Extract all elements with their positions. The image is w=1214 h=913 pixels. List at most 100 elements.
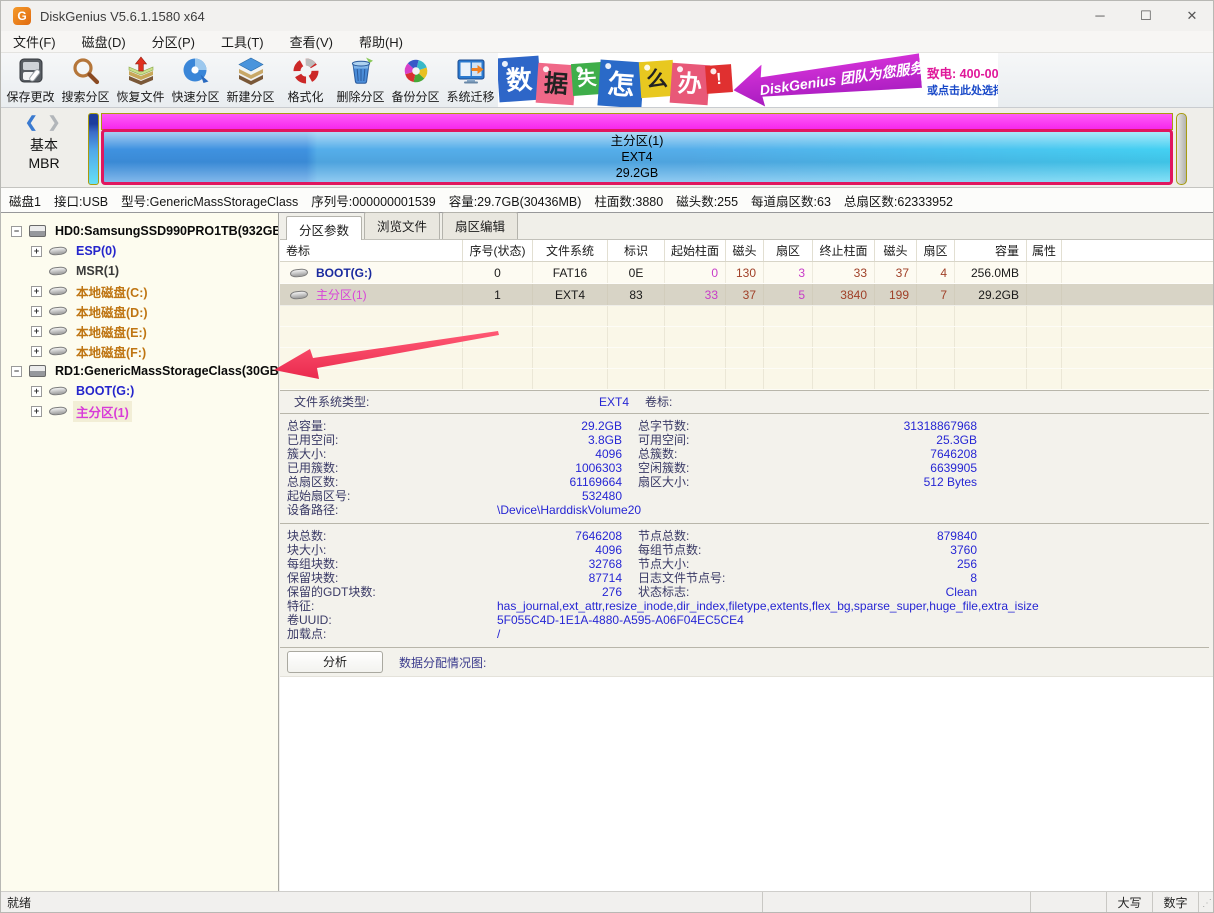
main-partition-block[interactable]: 主分区(1) EXT4 29.2GB [101,129,1173,185]
table-row-BOOT(G:)[interactable]: BOOT(G:)0FAT160E0130333374256.0MB [280,262,1214,284]
tree-item-RD1:GenericMassStorageClass(30GB)[interactable]: −RD1:GenericMassStorageClass(30GB) [1,361,278,381]
menu-item[interactable]: 文件(F) [13,32,56,51]
table-cell: 37 [875,262,917,283]
table-cell: EXT4 [533,284,608,305]
empty-cell [665,348,726,368]
info-value: 4096 [497,543,622,557]
tree-expand-plus-icon[interactable]: + [31,306,42,317]
tree-item-ESP(0)[interactable]: + ESP(0) [1,241,278,261]
partition-icon [49,406,68,416]
menu-item[interactable]: 帮助(H) [359,32,403,51]
toolbar-button-label: 备份分区 [391,88,439,105]
info-label: 特征: [287,599,497,613]
promo-banner[interactable]: 数据失怎么办! DiskGenius 团队为您服务 致电: 400-008-99… [498,53,998,107]
resize-grip[interactable]: ⋰ [1199,892,1214,913]
column-header-扇区[interactable]: 扇区 [917,240,955,261]
tree-item-label: BOOT(G:) [73,383,137,399]
tree-expand-plus-icon[interactable]: + [31,246,42,257]
tab-分区参数[interactable]: 分区参数 [286,216,362,240]
tree-expand-plus-icon[interactable]: + [31,286,42,297]
empty-cell [533,306,608,326]
info-label: 可用空间: [638,433,768,447]
toolbar-button-格式化[interactable]: 格式化 [278,53,333,108]
maximize-button[interactable]: ☐ [1123,1,1169,31]
tree-item-label: 主分区(1) [73,401,132,422]
free-space-sliver[interactable] [1176,113,1187,185]
empty-cell [917,306,955,326]
tree-item-BOOT(G:)[interactable]: + BOOT(G:) [1,381,278,401]
volume-cell: 主分区(1) [280,284,463,305]
toolbar-button-恢复文件[interactable]: 恢复文件 [113,53,168,108]
tree-expand-minus-icon[interactable]: − [11,226,22,237]
menu-item[interactable]: 磁盘(D) [82,32,126,51]
tree-expand-minus-icon[interactable]: − [11,366,22,377]
tree-item-本地磁盘(D:)[interactable]: +本地磁盘(D:) [1,301,278,321]
info-label: 块大小: [287,543,497,557]
tree-item-MSR(1)[interactable]: MSR(1) [1,261,278,281]
column-header-磁头[interactable]: 磁头 [726,240,764,261]
tree-expand-plus-icon[interactable]: + [31,346,42,357]
table-row-主分区(1)[interactable]: 主分区(1)1EXT483333753840199729.2GB [280,284,1214,306]
menu-item[interactable]: 分区(P) [152,32,195,51]
info-value: 512 Bytes [768,475,977,489]
app-logo-icon: G [13,7,31,25]
empty-cell [1062,348,1214,368]
status-ready: 就绪 [1,892,763,913]
banner-tag: 怎 [597,60,644,107]
table-cell: 1 [463,284,533,305]
empty-cell [280,306,463,326]
allocation-map-label: 数据分配情况图: [399,654,486,671]
banner-arrow-text: DiskGenius 团队为您服务 [758,57,924,100]
boot-partition-sliver[interactable] [88,113,99,185]
menu-item[interactable]: 工具(T) [221,32,264,51]
column-header-序号(状态)[interactable]: 序号(状态) [463,240,533,261]
tab-扇区编辑[interactable]: 扇区编辑 [442,212,518,239]
tree-item-本地磁盘(F:)[interactable]: +本地磁盘(F:) [1,341,278,361]
tree-expand-plus-icon[interactable]: + [31,326,42,337]
tab-浏览文件[interactable]: 浏览文件 [364,212,440,239]
column-header-容量[interactable]: 容量 [955,240,1027,261]
close-button[interactable]: ✕ [1169,1,1214,31]
column-header-标识[interactable]: 标识 [608,240,665,261]
prev-disk-arrow-icon[interactable]: ❮ [25,114,38,131]
toolbar-button-系统迁移[interactable]: 系统迁移 [443,53,498,108]
menu-item[interactable]: 查看(V) [290,32,333,51]
table-cell: 33 [813,262,875,283]
column-header-属性[interactable]: 属性 [1027,240,1062,261]
table-cell: 3 [764,262,813,283]
banner-qq-link[interactable]: 或点击此处选择QQ咨询 [927,82,998,98]
next-disk-arrow-icon[interactable]: ❯ [48,114,61,131]
toolbar-button-备份分区[interactable]: 备份分区 [388,53,443,108]
toolbar-button-新建分区[interactable]: 新建分区 [223,53,278,108]
empty-cell [665,369,726,389]
column-header-文件系统[interactable]: 文件系统 [533,240,608,261]
tree-item-本地磁盘(E:)[interactable]: +本地磁盘(E:) [1,321,278,341]
info-value: 8 [768,571,977,585]
table-cell: 199 [875,284,917,305]
system-migrate-icon [456,56,486,86]
tree-expand-plus-icon[interactable]: + [31,386,42,397]
partition-table: 卷标序号(状态)文件系统标识起始柱面磁头扇区终止柱面磁头扇区容量属性BOOT(G… [280,240,1214,390]
column-header-卷标[interactable]: 卷标 [280,240,463,261]
selected-partition-strip[interactable] [101,113,1173,130]
column-header-起始柱面[interactable]: 起始柱面 [665,240,726,261]
tree-item-主分区(1)[interactable]: + 主分区(1) [1,401,278,421]
analyze-button[interactable]: 分析 [287,651,383,673]
info-row: 已用簇数:1006303空闲簇数:6639905 [280,461,1214,475]
info-value: 256 [768,557,977,571]
tree-item-本地磁盘(C:)[interactable]: +本地磁盘(C:) [1,281,278,301]
minimize-button[interactable]: ─ [1077,1,1123,31]
info-value: 879840 [768,529,977,543]
toolbar-button-label: 搜索分区 [61,88,109,105]
tree-expand-plus-icon[interactable]: + [31,406,42,417]
toolbar-button-搜索分区[interactable]: 搜索分区 [58,53,113,108]
column-header-终止柱面[interactable]: 终止柱面 [813,240,875,261]
toolbar-button-删除分区[interactable]: 删除分区 [333,53,388,108]
toolbar-button-保存更改[interactable]: 保存更改 [3,53,58,108]
tree-item-HD0:SamsungSSD990PRO1TB(932GB[interactable]: −HD0:SamsungSSD990PRO1TB(932GB [1,221,278,241]
column-header-磁头[interactable]: 磁头 [875,240,917,261]
tree-item-label: ESP(0) [73,243,119,259]
toolbar-button-快速分区[interactable]: 快速分区 [168,53,223,108]
empty-cell [533,348,608,368]
column-header-扇区[interactable]: 扇区 [764,240,813,261]
